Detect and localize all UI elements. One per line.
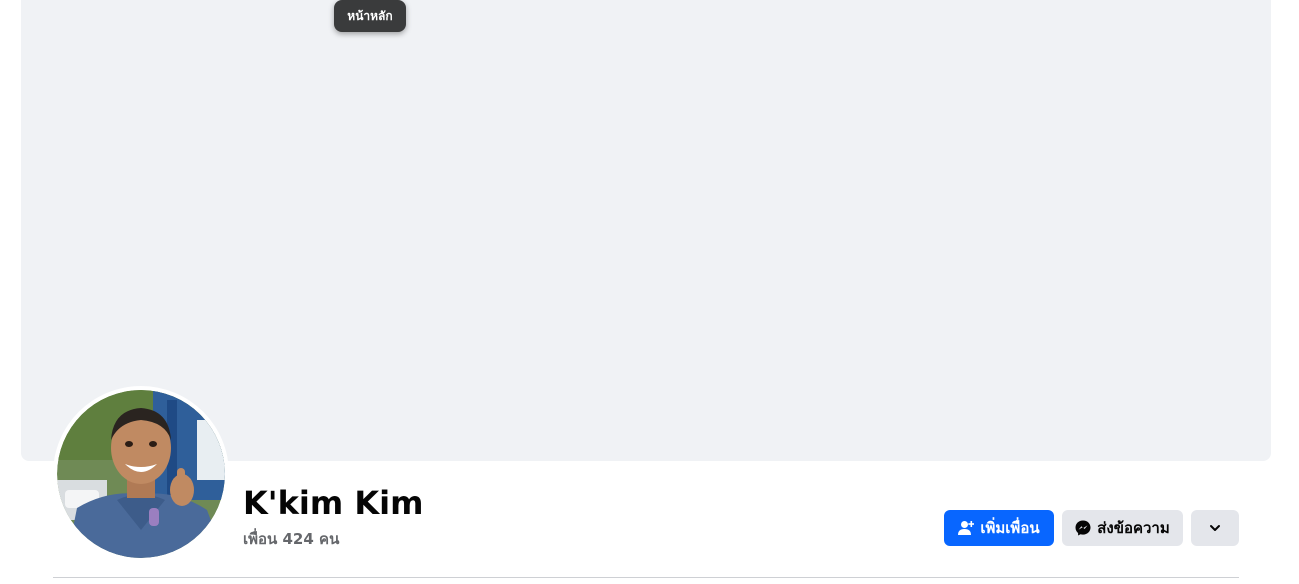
cover-photo[interactable] bbox=[21, 0, 1271, 461]
profile-page: หน้าหลัก K'kim Kim เพื่อน 424 คน เพิ่มเพ… bbox=[0, 0, 1299, 584]
profile-name: K'kim Kim bbox=[243, 484, 424, 522]
message-label: ส่งข้อความ bbox=[1097, 519, 1170, 537]
friends-count[interactable]: เพื่อน 424 คน bbox=[243, 527, 339, 551]
more-options-button[interactable] bbox=[1191, 510, 1239, 546]
person-add-icon bbox=[958, 520, 975, 536]
tooltip: หน้าหลัก bbox=[334, 0, 406, 32]
add-friend-label: เพิ่มเพื่อน bbox=[980, 519, 1040, 537]
section-divider bbox=[53, 577, 1239, 578]
add-friend-button[interactable]: เพิ่มเพื่อน bbox=[944, 510, 1054, 546]
messenger-icon bbox=[1075, 520, 1091, 536]
message-button[interactable]: ส่งข้อความ bbox=[1062, 510, 1183, 546]
profile-avatar-image bbox=[57, 390, 225, 558]
chevron-down-icon bbox=[1209, 522, 1221, 534]
profile-picture[interactable] bbox=[53, 386, 229, 562]
